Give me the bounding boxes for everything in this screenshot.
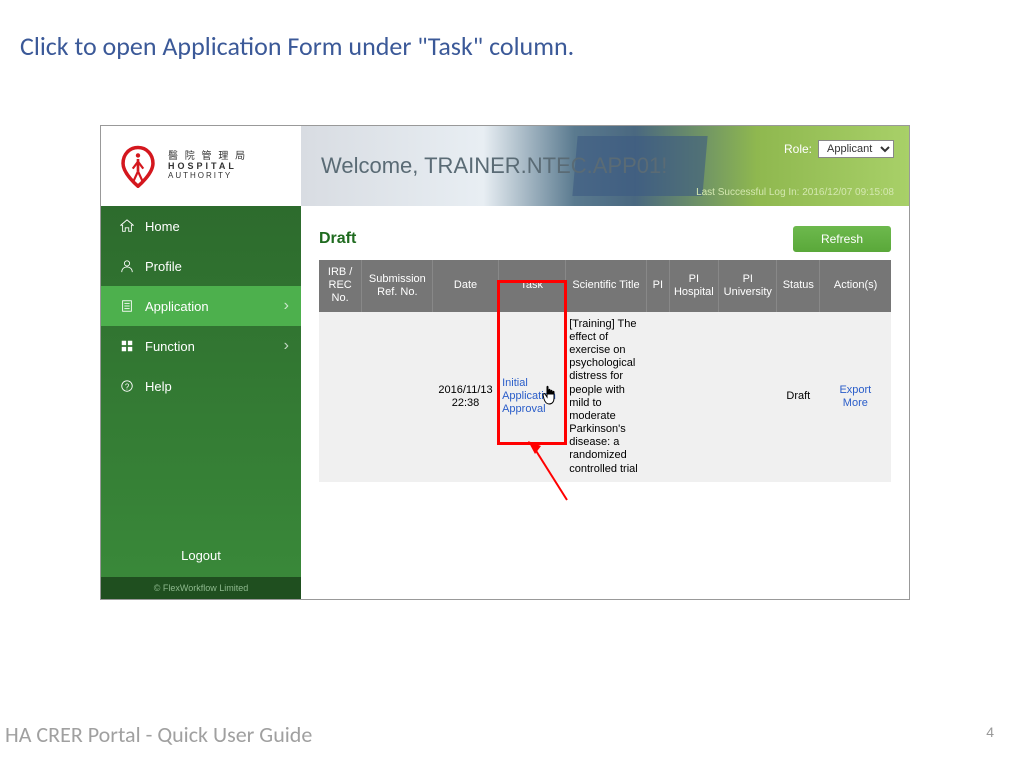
page-number: 4 [986,724,994,740]
role-area: Role: Applicant [784,140,894,158]
draft-table: IRB / REC No. Submission Ref. No. Date T… [319,260,891,482]
cell-piuniv [719,312,777,482]
col-date: Date [433,260,498,312]
col-piuniv: PI University [719,260,777,312]
nav-label: Home [145,219,180,234]
welcome-text: Welcome, TRAINER.NTEC.APP01! [321,153,667,179]
refresh-button[interactable]: Refresh [793,226,891,252]
col-pihosp: PI Hospital [669,260,719,312]
chevron-right-icon: › [284,297,289,315]
chevron-right-icon: › [284,337,289,355]
logo-en2: AUTHORITY [168,172,247,181]
nav-label: Profile [145,259,182,274]
body-area: Home Profile Application › Function [101,206,909,599]
section-title: Draft [319,230,356,248]
col-status: Status [777,260,820,312]
col-task: Task [498,260,565,312]
main-content: Draft Refresh IRB / REC No. Submission R… [301,206,909,599]
home-icon [119,218,135,234]
nav-home[interactable]: Home [101,206,301,246]
cell-scititle: [Training] The effect of exercise on psy… [565,312,646,482]
annotation-arrow-icon [532,440,533,500]
header-bar: 醫 院 管 理 局 HOSPITAL AUTHORITY Welcome, TR… [101,126,909,206]
cell-irb [319,312,362,482]
cell-status: Draft [777,312,820,482]
application-icon [119,298,135,314]
cell-subref [362,312,433,482]
help-icon: ? [119,378,135,394]
ha-logo-icon [116,144,160,188]
logout-button[interactable]: Logout [101,534,301,577]
table-row: 2016/11/13 22:38 Initial Application App… [319,312,891,482]
last-login-text: Last Successful Log In: 2016/12/07 09:15… [696,187,894,198]
role-label: Role: [784,142,812,156]
cell-pihosp [669,312,719,482]
cell-pi [647,312,669,482]
col-subref: Submission Ref. No. [362,260,433,312]
grid-icon [119,338,135,354]
nav-function[interactable]: Function › [101,326,301,366]
nav-label: Application [145,299,209,314]
cell-actions: Export More [820,312,891,482]
role-select[interactable]: Applicant [818,140,894,158]
sci-title-text: [Training] The effect of exercise on psy… [569,318,642,476]
col-scititle: Scientific Title [565,260,646,312]
nav-label: Function [145,339,195,354]
more-link[interactable]: More [843,397,868,409]
nav-help[interactable]: ? Help [101,366,301,406]
col-pi: PI [647,260,669,312]
nav-label: Help [145,379,172,394]
nav-application[interactable]: Application › [101,286,301,326]
section-header: Draft Refresh [319,226,891,252]
nav-profile[interactable]: Profile [101,246,301,286]
cell-date: 2016/11/13 22:38 [433,312,498,482]
logo-area: 醫 院 管 理 局 HOSPITAL AUTHORITY [101,126,301,206]
slide-instruction: Click to open Application Form under "Ta… [0,0,1024,72]
logo-text: 醫 院 管 理 局 HOSPITAL AUTHORITY [168,151,247,181]
col-actions: Action(s) [820,260,891,312]
export-link[interactable]: Export [839,384,871,396]
footer-text: HA CRER Portal - Quick User Guide [5,721,312,748]
cursor-hand-icon [541,385,559,405]
svg-text:?: ? [125,383,130,392]
copyright-text: © FlexWorkflow Limited [101,577,301,599]
banner: Welcome, TRAINER.NTEC.APP01! Role: Appli… [301,126,909,206]
app-window: 醫 院 管 理 局 HOSPITAL AUTHORITY Welcome, TR… [100,125,910,600]
profile-icon [119,258,135,274]
col-irb: IRB / REC No. [319,260,362,312]
sidebar: Home Profile Application › Function [101,206,301,599]
